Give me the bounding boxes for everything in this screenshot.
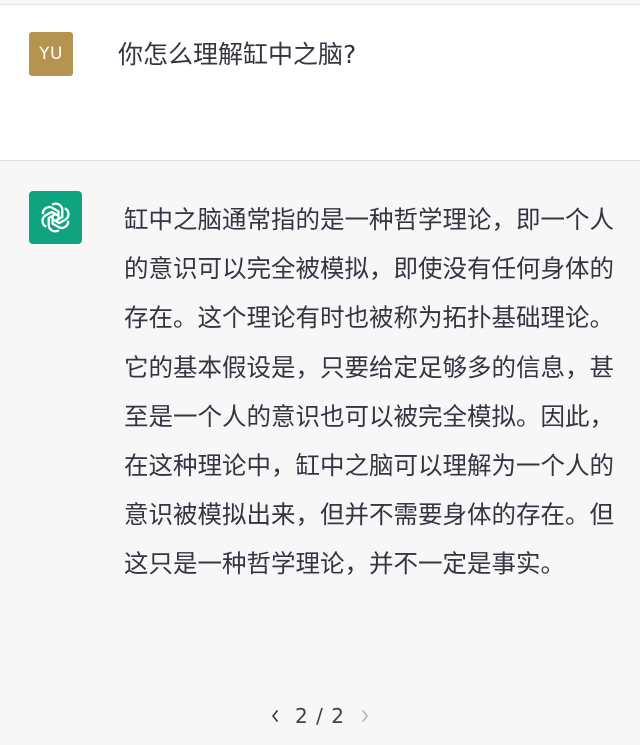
chevron-left-icon[interactable] [267,704,283,728]
response-pager: 2 / 2 [267,701,373,731]
assistant-message-row: 缸中之脑通常指的是一种哲学理论，即一个人的意识可以完全被模拟，即使没有任何身体的… [0,161,640,745]
assistant-message-text: 缸中之脑通常指的是一种哲学理论，即一个人的意识可以完全被模拟，即使没有任何身体的… [124,205,614,579]
assistant-avatar [29,191,82,244]
user-message-row: YU 你怎么理解缸中之脑? [0,5,640,161]
user-avatar: YU [29,32,73,76]
chevron-right-icon[interactable] [357,704,373,728]
openai-logo-icon [41,202,70,233]
user-message-text: 你怎么理解缸中之脑? [118,40,357,69]
pager-count: 2 / 2 [295,704,345,728]
